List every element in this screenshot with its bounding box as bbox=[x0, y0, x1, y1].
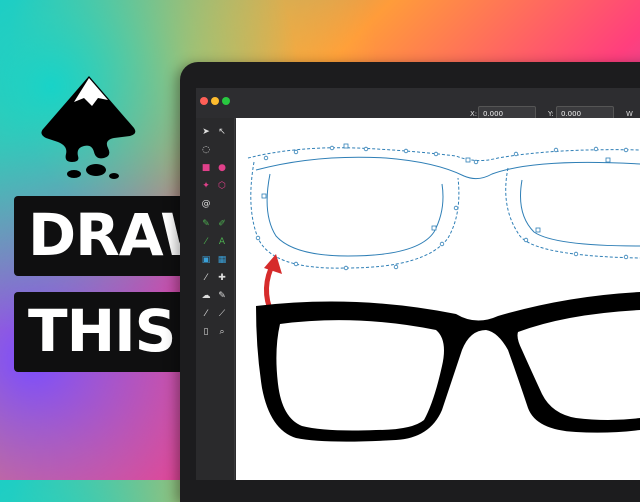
pen-icon[interactable]: ✎ bbox=[200, 218, 212, 230]
selector-icon[interactable]: ➤ bbox=[200, 126, 212, 138]
inkscape-logo-icon bbox=[34, 70, 144, 190]
rectangle-icon[interactable]: ■ bbox=[200, 162, 212, 174]
red-arrowhead bbox=[264, 254, 282, 274]
drawing-canvas[interactable] bbox=[236, 118, 640, 480]
paint-bucket-icon[interactable]: ✚ bbox=[216, 272, 228, 284]
left-lens-outline-inner bbox=[267, 174, 443, 256]
dropper-icon[interactable]: ⁄ bbox=[200, 272, 212, 284]
left-lens bbox=[276, 320, 444, 430]
spiral-icon[interactable]: @ bbox=[200, 198, 212, 210]
toolbox: ➤ ↖ ◌ ■ ● ✦ ⬡ @ ✎ ✐ ⁄ A ▣ ▦ ⁄ ✚ ☁ ✎ ⁄ ⟋ … bbox=[196, 118, 235, 480]
gradient-icon[interactable]: ▣ bbox=[200, 254, 212, 266]
right-lens-outline-outer bbox=[506, 168, 640, 258]
glasses-outline-inner bbox=[256, 157, 640, 178]
mesh-icon[interactable]: ▦ bbox=[216, 254, 228, 266]
connector-icon[interactable]: ⁄ bbox=[200, 308, 212, 320]
eraser-icon[interactable]: ✎ bbox=[216, 290, 228, 302]
thumbnail-title-line2: THIS bbox=[14, 292, 189, 372]
tweak-icon[interactable]: ◌ bbox=[200, 144, 212, 156]
right-lens-outline-inner bbox=[521, 180, 640, 246]
node-tool-icon[interactable]: ↖ bbox=[216, 126, 228, 138]
measure-icon[interactable]: ⟋ bbox=[216, 308, 228, 320]
glasses-outline-outer bbox=[248, 148, 640, 161]
box3d-icon[interactable]: ⬡ bbox=[216, 180, 228, 192]
x-label: X: bbox=[470, 110, 477, 118]
y-label: Y: bbox=[548, 110, 554, 118]
spray-icon[interactable]: ☁ bbox=[200, 290, 212, 302]
calligraphy-icon[interactable]: ⁄ bbox=[200, 236, 212, 248]
zoom-icon[interactable]: ⌕ bbox=[216, 326, 228, 338]
w-label: W bbox=[626, 110, 633, 118]
pages-icon[interactable]: ▯ bbox=[200, 326, 212, 338]
text-icon[interactable]: A bbox=[216, 236, 228, 248]
left-lens-outline-outer bbox=[251, 162, 459, 268]
canvas-artwork bbox=[236, 118, 640, 480]
ellipse-icon[interactable]: ● bbox=[216, 162, 228, 174]
star-icon[interactable]: ✦ bbox=[200, 180, 212, 192]
pencil-icon[interactable]: ✐ bbox=[216, 218, 228, 230]
inkscape-window: ◩ ▢ ▣ ▦ ▦ ▦ ▦ ▦ ▦ X: 0.000 Y: 0.000 W ➤ … bbox=[196, 88, 640, 480]
tool-controls-bar: ◩ ▢ ▣ ▦ ▦ ▦ ▦ ▦ ▦ X: 0.000 Y: 0.000 W bbox=[196, 100, 640, 118]
